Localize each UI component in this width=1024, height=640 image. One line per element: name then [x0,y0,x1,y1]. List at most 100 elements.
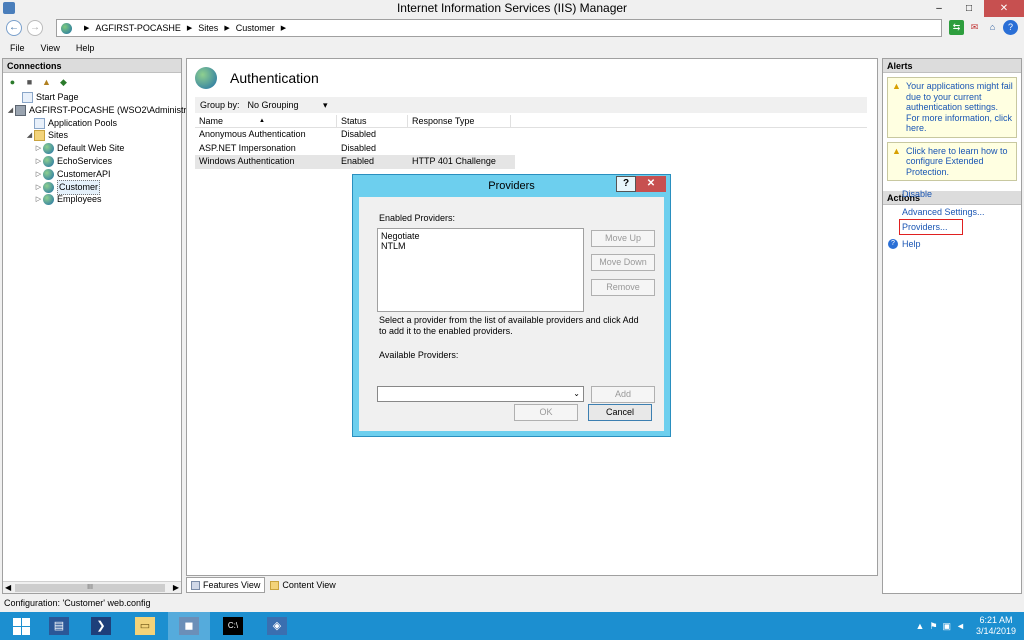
dialog-close-button[interactable]: ✕ [636,176,666,192]
tree-item-employees[interactable]: ▷ Employees [34,193,102,206]
back-button[interactable]: ← [6,20,22,36]
table-row[interactable]: Anonymous Authentication Disabled [195,128,867,142]
table-row[interactable]: Windows Authentication Enabled HTTP 401 … [195,155,515,169]
breadcrumb-customer[interactable]: Customer [236,23,275,33]
home-icon[interactable]: ⌂ [985,20,1000,35]
cancel-button[interactable]: Cancel [588,404,652,421]
expand-icon[interactable]: ▷ [34,168,43,181]
tree-item-customer[interactable]: ▷ Customer [34,179,101,195]
scroll-right-icon[interactable]: ▶ [173,582,179,594]
action-providers[interactable]: Providers... [899,219,963,235]
remove-button[interactable]: Remove [591,279,655,296]
move-up-button[interactable]: Move Up [591,230,655,247]
alert-auth-settings[interactable]: ▲ Your applications might fail due to yo… [887,77,1017,138]
up-level-icon[interactable]: ▲ [40,76,53,89]
expand-icon[interactable]: ▷ [34,181,43,194]
available-providers-label: Available Providers: [379,350,459,360]
taskbar-powershell[interactable]: ❯ [80,612,122,640]
collapse-icon[interactable]: ◢ [6,104,15,117]
expand-icon[interactable]: ▷ [34,155,43,168]
chevron-right-icon: ▶ [186,25,193,32]
page-title: Authentication [230,70,319,86]
move-down-button[interactable]: Move Down [591,254,655,271]
clock[interactable]: 6:21 AM 3/14/2019 [976,615,1016,637]
refresh-icon[interactable]: ⇆ [949,20,964,35]
tab-features-view[interactable]: Features View [186,577,266,593]
group-by-bar: Group by: No Grouping ▾ [195,97,867,113]
forward-button[interactable]: → [27,20,43,36]
column-header-name[interactable]: Name ▲ [195,115,337,127]
address-bar: ← → ▶ AGFIRST-POCASHE ▶ Sites ▶ Customer… [0,17,1024,39]
menu-file[interactable]: File [10,40,25,56]
table-row[interactable]: ASP.NET Impersonation Disabled [195,142,867,156]
connect-icon[interactable]: ● [6,76,19,89]
expand-icon[interactable]: ▷ [34,193,43,206]
server-icon [15,104,26,116]
globe-icon [43,181,54,193]
iis-app-icon [3,2,15,14]
scrollbar-thumb[interactable]: III [15,584,165,592]
tree-item-start-page[interactable]: Start Page [13,91,79,104]
alert-extended-protection[interactable]: ▲ Click here to learn how to configure E… [887,141,1017,181]
title-bar: Internet Information Services (IIS) Mana… [0,0,1024,17]
chevron-right-icon: ▶ [280,25,287,32]
horizontal-scrollbar[interactable]: ◀ III ▶ [3,581,181,593]
menu-help[interactable]: Help [76,40,95,56]
tree-item-application-pools[interactable]: Application Pools [25,117,117,130]
group-by-dropdown[interactable]: No Grouping ▾ [248,100,328,111]
volume-icon[interactable]: ◄ [956,621,965,631]
tab-content-view[interactable]: Content View [265,577,340,593]
column-header-status[interactable]: Status [337,115,408,127]
globe-icon [61,22,72,34]
column-header-response-type[interactable]: Response Type [408,115,511,127]
dropdown-arrow-icon: ▾ [323,99,328,110]
enabled-providers-label: Enabled Providers: [379,213,456,223]
start-button[interactable] [0,612,42,640]
clock-time: 6:21 AM [979,615,1013,625]
minimize-button[interactable]: – [924,0,954,17]
taskbar-server-manager[interactable]: ▤ [38,612,80,640]
enabled-providers-list[interactable]: Negotiate NTLM [377,228,584,312]
taskbar-command-prompt[interactable]: C:\ [212,612,254,640]
app-pools-icon [34,117,45,129]
folder-icon: ▭ [135,617,155,635]
tree-item-echoservices[interactable]: ▷ EchoServices [34,155,112,168]
available-providers-dropdown[interactable]: ⌄ [377,386,584,402]
delete-connection-icon[interactable]: ◆ [57,76,70,89]
tray-up-arrow-icon[interactable]: ▲ [916,621,925,631]
list-item[interactable]: NTLM [381,241,580,251]
add-button[interactable]: Add [591,386,655,403]
menu-view[interactable]: View [41,40,60,56]
connections-header: Connections [3,59,181,73]
dialog-help-button[interactable]: ? [616,176,636,192]
list-item[interactable]: Negotiate [381,231,580,241]
breadcrumb-server[interactable]: AGFIRST-POCASHE [95,23,181,33]
expand-icon[interactable]: ▷ [34,142,43,155]
action-help[interactable]: Help [902,239,921,249]
close-button[interactable]: ✕ [984,0,1024,17]
taskbar-iis-manager[interactable]: ◼ [168,612,210,640]
help-icon[interactable]: ? [1003,20,1018,35]
action-advanced-settings[interactable]: Advanced Settings... [902,207,985,217]
tree-item-sites[interactable]: ◢ Sites [25,129,68,142]
network-tray-icon[interactable]: ▣ [943,621,952,632]
flag-icon[interactable]: ⚑ [929,621,937,632]
connections-pane: Connections ● ■ ▲ ◆ Start Page ◢ AGFIRST… [2,58,194,594]
maximize-button[interactable]: □ [954,0,984,17]
collapse-icon[interactable]: ◢ [25,129,34,142]
tree-item-default-web-site[interactable]: ▷ Default Web Site [34,142,124,155]
breadcrumb[interactable]: ▶ AGFIRST-POCASHE ▶ Sites ▶ Customer ▶ [56,19,942,37]
taskbar-network-app[interactable]: ◈ [256,612,298,640]
breadcrumb-sites[interactable]: Sites [198,23,218,33]
ok-button[interactable]: OK [514,404,578,421]
tree-item-server[interactable]: ◢ AGFIRST-POCASHE (WSO2\Administrat [6,104,194,117]
save-icon[interactable]: ■ [23,76,36,89]
warning-icon: ▲ [892,145,901,156]
content-view-icon [270,580,280,590]
stop-icon[interactable]: ✉ [967,20,982,35]
dialog-title: Providers [488,180,535,192]
action-disable[interactable]: Disable [902,189,932,199]
network-icon: ◈ [267,617,287,635]
scroll-left-icon[interactable]: ◀ [5,582,11,594]
taskbar-file-explorer[interactable]: ▭ [124,612,166,640]
